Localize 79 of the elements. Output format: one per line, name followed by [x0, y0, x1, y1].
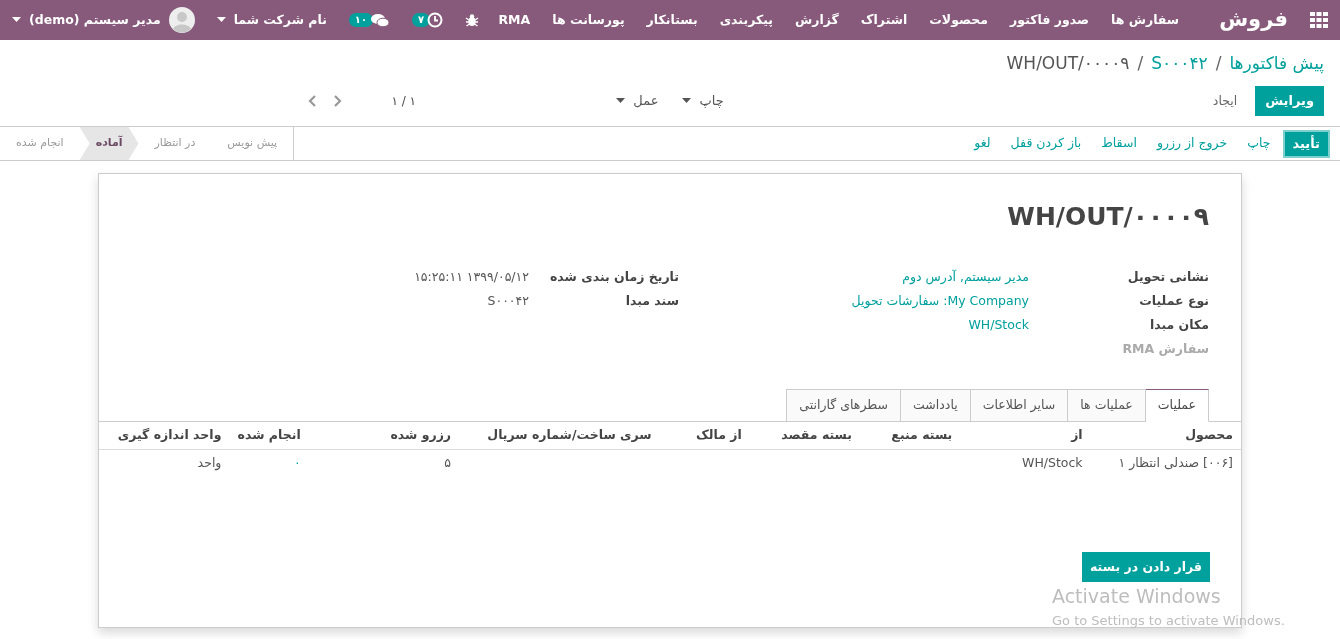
- message-count: ۱۰: [348, 13, 374, 27]
- field-value[interactable]: My Company: سفارشات تحویل: [851, 291, 1029, 311]
- caret-icon[interactable]: [616, 98, 626, 104]
- menu-item[interactable]: RMA: [498, 10, 531, 30]
- field-label: نوع عملیات: [1138, 291, 1209, 310]
- breadcrumb-separator: /: [1214, 52, 1223, 76]
- apps-menu-icon[interactable]: [1310, 12, 1328, 28]
- column-header[interactable]: واحد اندازه گیری: [117, 426, 222, 442]
- status-stage[interactable]: آماده: [79, 127, 139, 160]
- prev-icon[interactable]: [307, 94, 318, 108]
- caret-icon[interactable]: [682, 98, 692, 104]
- form-tab[interactable]: عملیات: [1144, 388, 1209, 422]
- field-label: سند مبدا: [624, 291, 679, 310]
- menu-item[interactable]: پیکربندی: [719, 10, 773, 30]
- os-notice-text: Go to Settings to activate Windows.: [1052, 611, 1285, 630]
- table-cell: ۵: [444, 455, 452, 471]
- table-cell: WH/Stock: [1022, 455, 1083, 471]
- clock-icon[interactable]: [427, 12, 444, 28]
- form-tab[interactable]: یادداشت: [900, 388, 971, 422]
- activity-count: ۷: [412, 13, 431, 27]
- avatar-icon: [168, 7, 195, 33]
- column-header[interactable]: از: [1071, 426, 1083, 442]
- menu-item[interactable]: پورسانت ها: [552, 10, 625, 30]
- table-cell: [۰۰۶] صندلی انتظار ۱: [1118, 455, 1233, 471]
- form-tab[interactable]: سطرهای گارانتی: [786, 388, 902, 422]
- put-in-pack-button[interactable]: قرار دادن در بسته: [1082, 552, 1210, 582]
- breadcrumb-separator: /: [1136, 52, 1145, 76]
- column-header[interactable]: بسته منبع: [891, 426, 953, 442]
- chat-icon[interactable]: [370, 12, 391, 28]
- menu-item[interactable]: سفارش ها: [1111, 10, 1180, 30]
- menu-item[interactable]: صدور فاکتور: [1010, 10, 1089, 30]
- status-stage[interactable]: در انتظار: [138, 127, 212, 160]
- menu-item[interactable]: اشتراک: [860, 10, 908, 30]
- action-button[interactable]: باز کردن قفل: [1002, 129, 1090, 158]
- bug-icon[interactable]: [465, 13, 480, 27]
- action-button[interactable]: تأیید: [1282, 129, 1330, 158]
- field-label: سفارش RMA: [1121, 339, 1209, 358]
- field-value: S۰۰۰۴۲: [487, 291, 529, 310]
- column-header[interactable]: بسته مقصد: [781, 426, 853, 442]
- menu-item[interactable]: بستانکار: [646, 10, 698, 30]
- breadcrumb[interactable]: S۰۰۰۴۲: [1151, 51, 1208, 77]
- caret-icon[interactable]: [216, 17, 226, 23]
- action-button[interactable]: چاپ: [1239, 129, 1279, 158]
- field-label: نشانی تحویل: [1126, 267, 1209, 286]
- pager-value: ۱ / ۱: [391, 93, 416, 110]
- field-value[interactable]: WH/Stock: [968, 315, 1029, 335]
- status-stage[interactable]: پیش نویس: [211, 127, 294, 160]
- field-label: مکان مبدا: [1148, 315, 1209, 334]
- edit-button[interactable]: ویرایش: [1255, 86, 1324, 116]
- column-header[interactable]: از مالک: [696, 426, 742, 442]
- column-header[interactable]: رزرو شده: [390, 426, 452, 442]
- breadcrumb[interactable]: WH/OUT/۰۰۰۰۹: [1006, 51, 1130, 77]
- action-button[interactable]: لغو: [966, 129, 999, 158]
- dropdown-button[interactable]: عمل: [616, 91, 659, 111]
- user-menu[interactable]: مدیر سیستم (demo): [12, 7, 195, 33]
- create-button[interactable]: ایجاد: [1202, 86, 1248, 116]
- record-title: WH/OUT/۰۰۰۰۹: [1006, 201, 1209, 233]
- column-header[interactable]: سری ساخت/شماره سریال: [487, 426, 652, 442]
- caret-icon[interactable]: [12, 17, 21, 23]
- company-switcher[interactable]: نام شرکت شما: [216, 10, 327, 30]
- action-button[interactable]: خروج از رزرو: [1148, 129, 1236, 158]
- dropdown-button[interactable]: چاپ: [682, 91, 724, 111]
- form-tab[interactable]: سایر اطلاعات: [969, 388, 1069, 422]
- table-cell: ۰: [293, 455, 301, 471]
- menu-item[interactable]: محصولات: [929, 10, 989, 30]
- column-header[interactable]: انجام شده: [237, 426, 301, 442]
- form-tab[interactable]: عملیات ها: [1067, 388, 1146, 422]
- os-notice-title: Activate Windows: [1052, 584, 1222, 609]
- menu-item[interactable]: گزارش: [795, 10, 839, 30]
- action-button[interactable]: اسقاط: [1093, 129, 1145, 158]
- field-value: ۱۳۹۹/۰۵/۱۲ ۱۵:۲۵:۱۱: [414, 267, 529, 286]
- breadcrumb[interactable]: پیش فاکتورها: [1229, 51, 1324, 77]
- field-label: تاریخ زمان بندی شده: [549, 267, 679, 286]
- status-stage[interactable]: انجام شده: [0, 127, 80, 160]
- column-header[interactable]: محصول: [1185, 426, 1233, 442]
- field-value[interactable]: مدیر سیستم, آدرس دوم: [902, 267, 1029, 287]
- table-cell: واحد: [197, 455, 222, 471]
- app-title: فروش: [1219, 6, 1288, 34]
- next-icon[interactable]: [333, 94, 344, 108]
